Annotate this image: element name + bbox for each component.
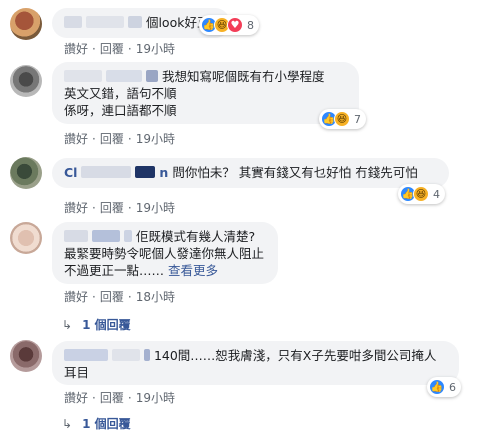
avatar[interactable]	[10, 157, 42, 189]
comment-text: 最緊要時勢令呢個人發達你無人阻止	[64, 246, 265, 261]
reply-arrow-icon: ↳	[62, 417, 73, 431]
comment-bubble: 我想知寫呢個既有冇小學程度 英文又錯，語句不順 係呀，連口語都不順	[52, 62, 359, 124]
comment-bubble: 佢既模式有幾人清楚? 最緊要時勢令呢個人發達你無人阻止 不過更正一點…… 查看更…	[52, 222, 278, 284]
comment-text: 係呀，連口語都不順	[64, 103, 177, 118]
comment-actions: 讚好 · 回覆 · 19小時	[64, 130, 175, 147]
commenter-name-blur[interactable]	[135, 166, 156, 178]
timestamp[interactable]: 19小時	[136, 201, 175, 215]
view-replies-link[interactable]: ↳ 1 個回覆	[62, 316, 131, 333]
like-reaction-icon: 👍	[429, 379, 445, 395]
comment-bubble: Cl n 問你怕未？ 其實有錢又有乜好怕 冇錢先可怕	[52, 158, 449, 188]
avatar[interactable]	[10, 8, 42, 40]
comment-text: 我想知寫呢個既有冇小學程度	[161, 69, 325, 84]
commenter-name-blur[interactable]	[81, 166, 132, 178]
haha-reaction-icon: 😆	[334, 111, 350, 127]
comment-text: 耳目	[64, 365, 90, 380]
reaction-count: 4	[433, 187, 440, 201]
reaction-count: 7	[354, 112, 361, 126]
separator-dot: ·	[127, 201, 132, 215]
avatar[interactable]	[10, 340, 42, 372]
reaction-count: 8	[247, 18, 254, 32]
replies-count-label: 1 個回覆	[82, 417, 131, 431]
separator-dot: ·	[127, 42, 132, 56]
comment-text: 問你怕未？ 其實有錢又有乜好怕 冇錢先可怕	[172, 165, 418, 180]
timestamp[interactable]: 19小時	[136, 132, 175, 146]
reaction-summary[interactable]: 👍 😆 ♥ 8	[199, 15, 259, 35]
separator-dot: ·	[92, 42, 96, 56]
like-link[interactable]: 讚好	[64, 42, 88, 56]
commenter-name-blur[interactable]	[64, 349, 108, 361]
see-more-link[interactable]: 查看更多	[168, 263, 218, 278]
comment-actions: 讚好 · 回覆 · 18小時	[64, 288, 175, 305]
commenter-name[interactable]: n	[159, 165, 168, 180]
comment-bubble: 140間……恕我膚淺，只有X子先要咁多間公司掩人 耳目	[52, 341, 459, 385]
reply-link[interactable]: 回覆	[100, 132, 124, 146]
comment-actions: 讚好 · 回覆 · 19小時	[64, 199, 175, 216]
commenter-name-blur[interactable]	[143, 349, 150, 361]
avatar[interactable]	[10, 65, 42, 97]
reaction-summary[interactable]: 👍 6	[427, 377, 461, 397]
comment-actions: 讚好 · 回覆 · 19小時	[64, 40, 175, 57]
haha-reaction-icon: 😆	[413, 186, 429, 202]
avatar[interactable]	[10, 222, 42, 254]
timestamp[interactable]: 19小時	[136, 42, 175, 56]
separator-dot: ·	[92, 201, 96, 215]
comment-text: 140間……恕我膚淺，只有X子先要咁多間公司掩人	[153, 348, 437, 363]
reply-link[interactable]: 回覆	[100, 391, 124, 405]
commenter-name-blur[interactable]	[111, 349, 140, 361]
like-link[interactable]: 讚好	[64, 290, 88, 304]
reaction-summary[interactable]: 👍 😆 7	[319, 109, 366, 129]
love-reaction-icon: ♥	[227, 17, 243, 33]
like-link[interactable]: 讚好	[64, 391, 88, 405]
separator-dot: ·	[127, 290, 132, 304]
comment-actions: 讚好 · 回覆 · 19小時	[64, 389, 175, 406]
view-replies-link[interactable]: ↳ 1 個回覆	[62, 415, 131, 432]
commenter-name[interactable]	[64, 16, 82, 28]
separator-dot: ·	[92, 132, 96, 146]
separator-dot: ·	[127, 132, 132, 146]
comment-text: 不過更正一點……	[64, 263, 165, 278]
replies-count-label: 1 個回覆	[82, 318, 131, 332]
separator-dot: ·	[92, 391, 96, 405]
commenter-name[interactable]: Cl	[64, 165, 77, 180]
commenter-name-blur[interactable]	[127, 16, 142, 28]
separator-dot: ·	[127, 391, 132, 405]
reply-link[interactable]: 回覆	[100, 290, 124, 304]
timestamp[interactable]: 18小時	[136, 290, 175, 304]
comment-text: 佢既模式有幾人清楚?	[135, 229, 256, 244]
commenter-name-blur[interactable]	[105, 70, 142, 82]
commenter-name-blur[interactable]	[85, 16, 124, 28]
commenter-name-blur[interactable]	[91, 230, 120, 242]
reaction-count: 6	[449, 380, 456, 394]
like-link[interactable]: 讚好	[64, 201, 88, 215]
commenter-name-blur[interactable]	[145, 70, 158, 82]
commenter-name-blur[interactable]	[64, 70, 102, 82]
comment-text: 英文又錯，語句不順	[64, 86, 177, 101]
like-link[interactable]: 讚好	[64, 132, 88, 146]
timestamp[interactable]: 19小時	[136, 391, 175, 405]
separator-dot: ·	[92, 290, 96, 304]
reaction-summary[interactable]: 👍 😆 4	[398, 184, 445, 204]
reply-link[interactable]: 回覆	[100, 42, 124, 56]
reply-link[interactable]: 回覆	[100, 201, 124, 215]
commenter-name-blur[interactable]	[64, 230, 88, 242]
commenter-name-blur[interactable]	[123, 230, 132, 242]
reply-arrow-icon: ↳	[62, 318, 73, 332]
